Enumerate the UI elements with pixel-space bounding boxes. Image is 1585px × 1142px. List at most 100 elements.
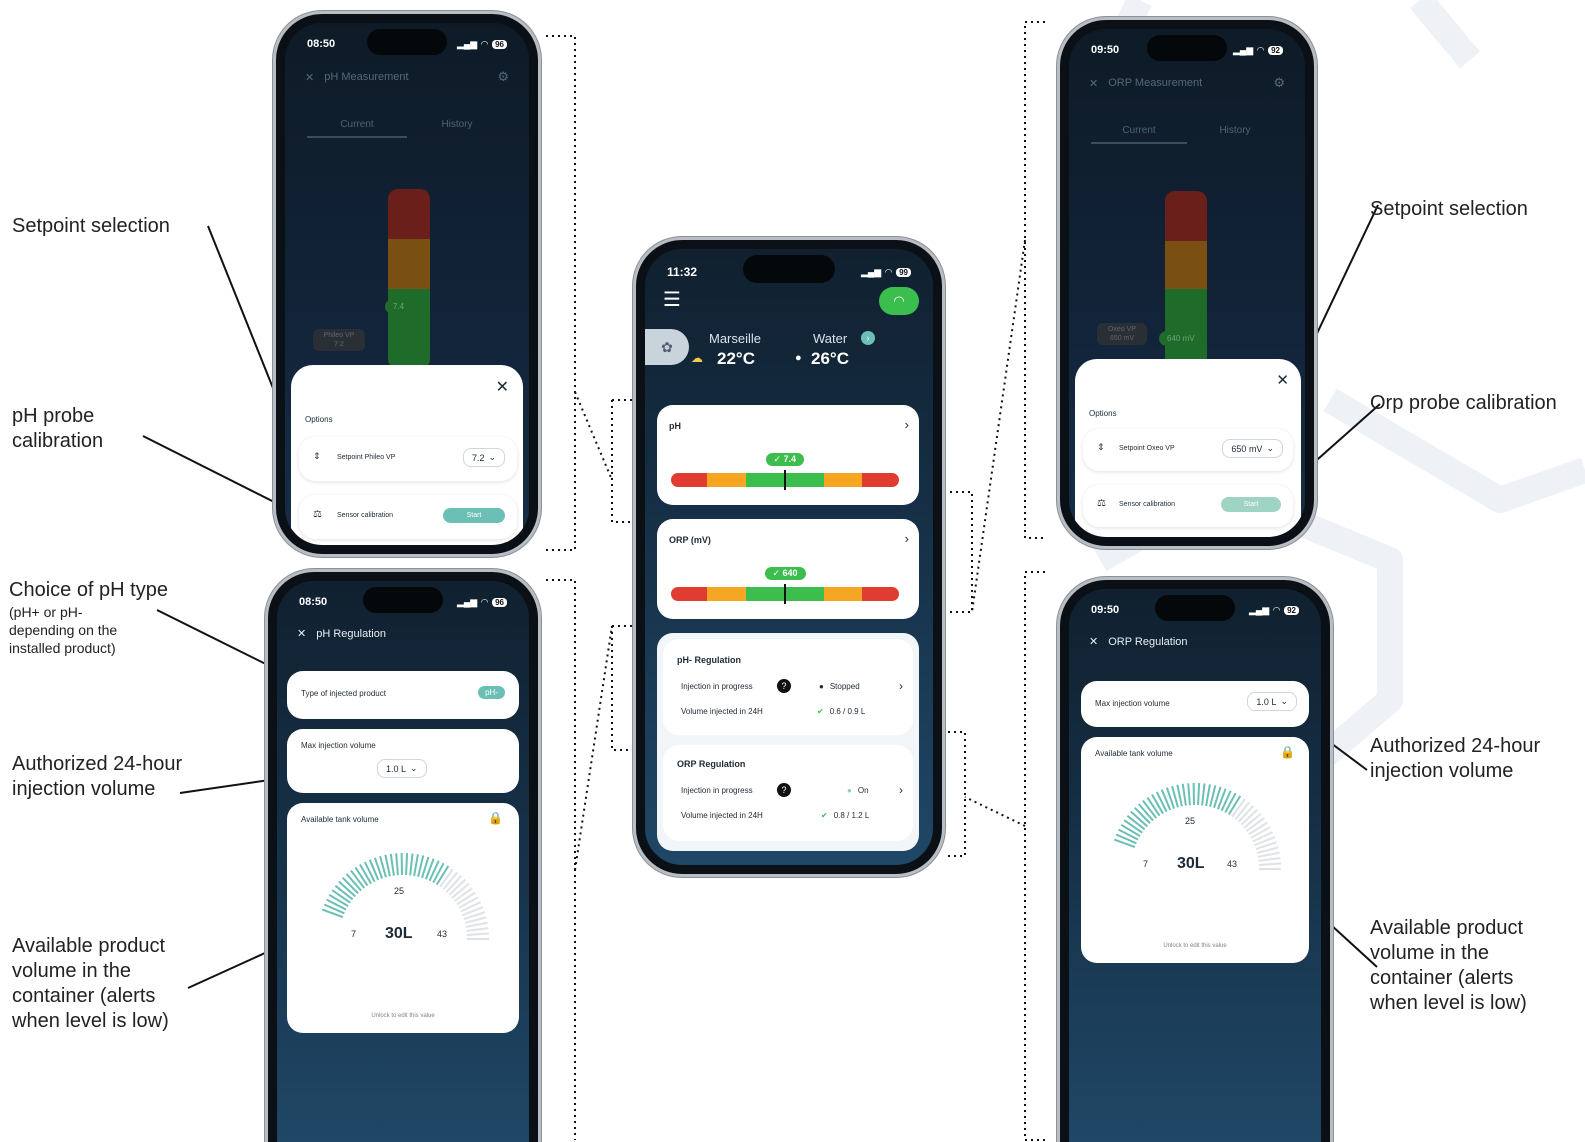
gear-icon[interactable]: ⚙ bbox=[497, 69, 509, 85]
dial-tick bbox=[359, 864, 372, 885]
tank-volume-card: Available tank volume 🔒 25 7 43 30L Unlo… bbox=[287, 803, 519, 1033]
callout-authorized-left: Authorized 24-hour injection volume bbox=[12, 753, 183, 800]
product-type-card: Type of injected product pH- bbox=[287, 671, 519, 719]
orp-value: 640 bbox=[782, 568, 798, 578]
dial-tick bbox=[409, 853, 414, 876]
dial-tick bbox=[328, 893, 349, 907]
gauge-value-pill: 640 mV bbox=[1159, 331, 1203, 346]
start-button[interactable]: Start bbox=[443, 508, 505, 523]
wifi-icon: ◠ bbox=[1273, 604, 1281, 615]
page-title: ORP Measurement bbox=[1108, 77, 1203, 89]
dial-tick bbox=[384, 854, 391, 877]
options-label: Options bbox=[1089, 409, 1117, 418]
status-time: 08:50 bbox=[307, 38, 336, 50]
dial-tick bbox=[1224, 792, 1237, 814]
options-label: Options bbox=[305, 415, 333, 424]
page-title: pH Regulation bbox=[316, 627, 386, 640]
calibration-card: ⚖ Sensor calibration Start bbox=[299, 495, 517, 539]
dial-tick bbox=[1118, 828, 1139, 841]
injection-status: On bbox=[857, 785, 869, 795]
close-icon[interactable]: ✕ bbox=[1089, 635, 1098, 648]
dial-tick bbox=[1181, 783, 1187, 806]
tab-current[interactable]: Current bbox=[307, 119, 407, 138]
tank-value: 30L bbox=[1177, 855, 1205, 872]
orp-value-pill: ✓ 640 bbox=[764, 567, 806, 580]
product-type-toggle[interactable]: pH- bbox=[478, 686, 505, 699]
status-time: 09:50 bbox=[1091, 604, 1120, 616]
chevron-down-icon: ⌄ bbox=[410, 763, 418, 773]
status-time: 11:32 bbox=[667, 265, 698, 279]
close-icon[interactable]: ✕ bbox=[1089, 77, 1098, 90]
weather-icon: ☁ bbox=[691, 351, 703, 365]
start-button[interactable]: Start bbox=[1221, 497, 1281, 512]
dial-tick bbox=[1205, 784, 1211, 807]
orp-card[interactable]: ORP (mV) › ✓ 640 bbox=[657, 519, 919, 619]
max-volume-select[interactable]: 1.0 L ⌄ bbox=[377, 759, 427, 778]
dial-tick bbox=[466, 927, 489, 932]
tab-history[interactable]: History bbox=[1187, 125, 1283, 144]
dial-tick bbox=[1257, 851, 1280, 858]
setpoint-select[interactable]: 650 mV ⌄ bbox=[1222, 439, 1283, 458]
close-sheet-icon[interactable]: ✕ bbox=[496, 377, 509, 397]
dial-tick bbox=[1187, 783, 1191, 806]
page-title: ORP Regulation bbox=[1108, 635, 1188, 648]
max-volume-card: Max injection volume 1.0 L ⌄ bbox=[1081, 681, 1309, 727]
lock-icon[interactable]: 🔒 bbox=[1280, 745, 1295, 759]
max-volume-select[interactable]: 1.0 L ⌄ bbox=[1247, 692, 1297, 711]
dial-tick bbox=[465, 921, 488, 928]
dial-tick bbox=[1258, 862, 1281, 866]
dial-tick bbox=[1151, 794, 1164, 815]
phone-orp-regulation: 09:50 ▂▄▆ ◠ 92 ✕ ORP Regulation Max inject… bbox=[1060, 580, 1330, 1142]
setpoint-value: 7.2 bbox=[471, 452, 485, 463]
dial-tick bbox=[363, 861, 376, 883]
ph-level-column bbox=[388, 189, 430, 369]
setpoint-tag: Phileo VP 7.2 bbox=[313, 329, 365, 351]
orp-regulation-panel[interactable]: ORP Regulation Injection in progress ? ●… bbox=[663, 745, 913, 841]
signal-icon: ▂▄▆ bbox=[1232, 44, 1254, 55]
chevron-right-icon: › bbox=[899, 679, 903, 693]
orp-needle bbox=[784, 584, 786, 604]
gear-icon[interactable]: ⚙ bbox=[1273, 75, 1285, 91]
chevron-down-icon: ⌄ bbox=[1280, 696, 1288, 706]
status-time: 09:50 bbox=[1091, 44, 1120, 56]
close-sheet-icon[interactable]: ✕ bbox=[1276, 371, 1289, 389]
close-icon[interactable]: ✕ bbox=[305, 71, 314, 84]
help-icon[interactable]: ? bbox=[777, 783, 791, 797]
help-icon[interactable]: ? bbox=[777, 679, 791, 693]
setpoint-select[interactable]: 7.2 ⌄ bbox=[462, 448, 505, 467]
setpoint-label: Setpoint Oxeo VP bbox=[1119, 445, 1175, 452]
gauge-value-pill: 7.4 bbox=[385, 299, 413, 314]
dial-tick bbox=[1201, 783, 1206, 806]
close-icon[interactable]: ✕ bbox=[297, 627, 306, 640]
calibration-label: Sensor calibration bbox=[337, 512, 394, 519]
water-drop-icon: ● bbox=[795, 352, 802, 364]
dial-tick bbox=[1197, 783, 1201, 806]
wifi-status-button[interactable]: ◠ bbox=[879, 287, 919, 315]
lock-icon[interactable]: 🔒 bbox=[488, 811, 503, 825]
max-volume-label: Max injection volume bbox=[1095, 699, 1170, 708]
pool-icon[interactable]: ✿ bbox=[645, 329, 689, 365]
tab-history[interactable]: History bbox=[407, 119, 507, 138]
max-volume-card: Max injection volume 1.0 L ⌄ bbox=[287, 729, 519, 793]
menu-icon[interactable]: ☰ bbox=[663, 287, 681, 312]
tank-dial[interactable] bbox=[307, 843, 499, 983]
battery-icon: 92 bbox=[1268, 45, 1283, 55]
ph-card[interactable]: pH › ✓ 7.4 bbox=[657, 405, 919, 505]
battery-icon: 99 bbox=[896, 267, 911, 277]
ph-regulation-panel[interactable]: pH- Regulation Injection in progress ? ●… bbox=[663, 639, 913, 735]
unlock-hint: Unlock to edit this value bbox=[371, 1013, 435, 1019]
signal-icon: ▂▄▆ bbox=[860, 266, 882, 277]
setpoint-card: ⇕ Setpoint Oxeo VP 650 mV ⌄ bbox=[1083, 429, 1293, 471]
ph-card-title: pH bbox=[669, 421, 681, 431]
ph-regulation-title: pH- Regulation bbox=[677, 655, 741, 665]
chevron-right-icon[interactable]: › bbox=[861, 331, 875, 345]
orp-regulation-title: ORP Regulation bbox=[677, 759, 746, 769]
callout-ph-type-note: (pH+ or pH- depending on the installed p… bbox=[9, 604, 118, 656]
volume-label: Volume injected in 24H bbox=[681, 811, 763, 820]
tank-dial[interactable] bbox=[1099, 773, 1291, 913]
tab-current[interactable]: Current bbox=[1091, 125, 1187, 144]
wifi-icon: ◠ bbox=[1257, 44, 1265, 55]
tank-volume-label: Available tank volume bbox=[301, 815, 379, 824]
tank-value: 30L bbox=[385, 925, 413, 942]
signal-icon: ▂▄▆ bbox=[456, 38, 478, 49]
